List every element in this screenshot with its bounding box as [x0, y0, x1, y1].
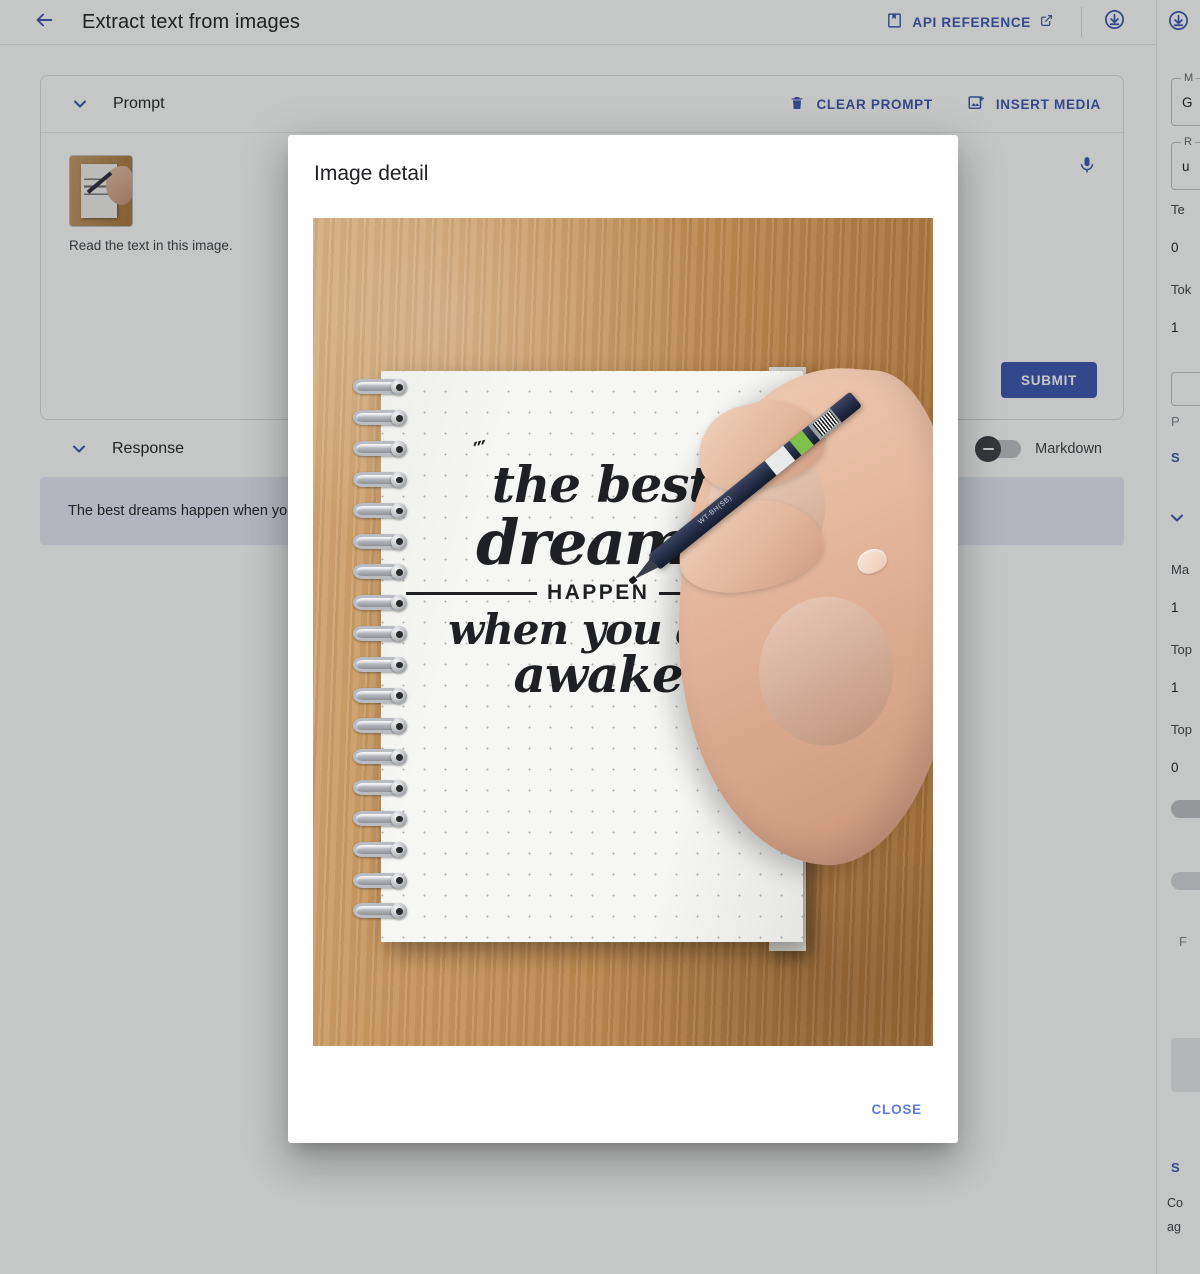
fingernail — [853, 544, 891, 578]
spiral-coil — [352, 656, 409, 677]
spiral-coil — [352, 502, 409, 523]
spiral-coil — [352, 718, 409, 738]
dialog-title: Image detail — [314, 162, 429, 185]
spiral-coil — [352, 595, 409, 615]
spiral-binding — [352, 379, 409, 934]
spiral-coil — [352, 379, 409, 399]
spiral-coil — [352, 780, 409, 800]
detail-image: the best dreams HAPPEN when you are awak… — [313, 218, 933, 1046]
spiral-coil — [352, 903, 409, 923]
handwriting-line-3: HAPPEN — [546, 581, 650, 605]
spiral-coil — [352, 841, 409, 862]
spiral-coil — [352, 687, 409, 708]
close-button[interactable]: CLOSE — [857, 1094, 936, 1125]
spiral-coil — [352, 533, 409, 554]
spiral-coil — [352, 564, 409, 584]
image-detail-dialog: Image detail the best dreams HAPPEN when… — [288, 135, 958, 1143]
spiral-coil — [352, 872, 409, 893]
spiral-coil — [352, 626, 409, 646]
spiral-coil — [352, 410, 409, 430]
spiral-coil — [352, 441, 409, 461]
spiral-coil — [352, 471, 409, 492]
spiral-coil — [352, 749, 409, 769]
dialog-actions: CLOSE — [857, 1094, 936, 1125]
notebook-photo: the best dreams HAPPEN when you are awak… — [313, 218, 933, 1046]
spiral-coil — [352, 810, 409, 831]
